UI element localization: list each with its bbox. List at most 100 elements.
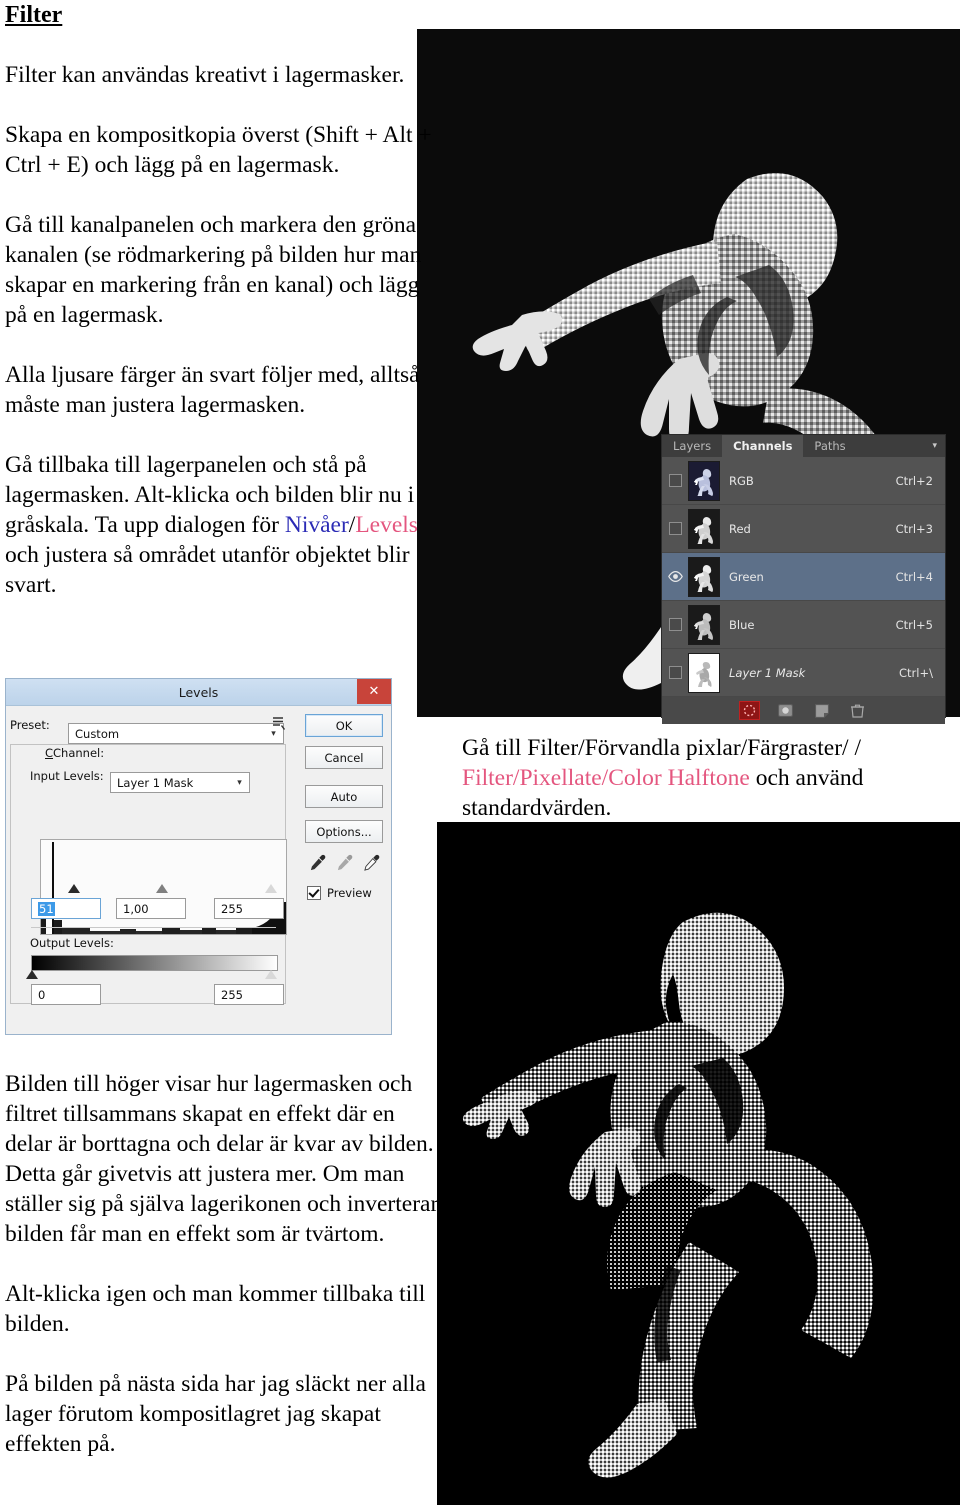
input-shadow-slider[interactable]: [68, 884, 80, 893]
preset-value: Custom: [75, 726, 120, 741]
channel-visibility-toggle[interactable]: [662, 522, 688, 535]
ok-button-label: OK: [335, 718, 353, 733]
channel-row-rgb[interactable]: RGB Ctrl+2: [662, 457, 945, 505]
channel-row-red[interactable]: Red Ctrl+3: [662, 505, 945, 553]
tab-layers[interactable]: Layers: [662, 435, 722, 457]
dancer-thumbnail-icon: [696, 662, 712, 688]
channel-row-blue[interactable]: Blue Ctrl+5: [662, 601, 945, 649]
term-nivaer: Nivåer: [284, 512, 349, 538]
paragraph-result-description: Bilden till höger visar hur lagermasken …: [5, 1071, 439, 1247]
tab-channels-label: Channels: [733, 439, 793, 453]
output-white-field[interactable]: 255: [214, 984, 284, 1005]
white-point-eyedropper-icon[interactable]: [363, 854, 381, 872]
channel-thumbnail-blue: [688, 604, 720, 645]
preview-checkbox[interactable]: [307, 886, 321, 900]
paragraph-halftone: Gå till Filter/Förvandla pixlar/Färgrast…: [462, 733, 942, 823]
chevron-down-icon[interactable]: ▾: [932, 435, 945, 457]
output-levels-label-text: Output Levels:: [30, 936, 114, 950]
preview-label: Preview: [327, 886, 372, 900]
tab-layers-label: Layers: [673, 439, 712, 453]
channel-thumbnail-green: [688, 556, 720, 597]
input-levels-label-text: Input Levels:: [30, 769, 104, 783]
channel-shortcut: Ctrl+4: [895, 569, 933, 584]
article-text-bottom: Bilden till höger visar hur lagermasken …: [5, 1069, 443, 1459]
chevron-down-icon[interactable]: ▾: [232, 778, 247, 788]
dancer-thumbnail-icon: [694, 469, 713, 497]
tab-channels[interactable]: Channels: [722, 435, 804, 457]
channel-value: Layer 1 Mask: [117, 775, 194, 790]
output-black-field[interactable]: 0: [31, 984, 101, 1005]
auto-button[interactable]: Auto: [305, 785, 383, 808]
channel-row-layer-1-mask[interactable]: Layer 1 Mask Ctrl+\: [662, 649, 945, 697]
input-midtone-slider[interactable]: [156, 884, 168, 893]
paragraph-lighter-colors: Alla ljusare färger än svart följer med,…: [5, 362, 420, 418]
levels-dialog[interactable]: Levels ✕ Preset: Custom ▾ CChannel: Laye…: [5, 678, 392, 1035]
delete-channel-icon[interactable]: [848, 702, 867, 719]
paragraph-next-page: På bilden på nästa sida har jag släckt n…: [5, 1371, 426, 1457]
input-midtone-value: 1,00: [123, 901, 149, 916]
channel-shortcut: Ctrl+3: [895, 521, 933, 536]
black-point-eyedropper-icon[interactable]: [309, 854, 327, 872]
channel-thumbnail-red: [688, 508, 720, 549]
options-button[interactable]: Options...: [305, 820, 383, 843]
dancer-thumbnail-icon: [694, 517, 713, 545]
output-white-slider[interactable]: [265, 970, 277, 979]
levels-divider: [31, 927, 276, 928]
output-levels-gradient: [31, 955, 278, 971]
channel-name: Layer 1 Mask: [729, 665, 806, 680]
article-text-top: Filter Filter kan användas kreativt i la…: [5, 0, 435, 600]
tab-paths[interactable]: Paths: [803, 435, 856, 457]
load-channel-as-selection-icon[interactable]: [740, 702, 759, 719]
channel-label-value: Channel:: [53, 746, 105, 760]
channel-row-green[interactable]: Green Ctrl+4: [662, 553, 945, 601]
eye-icon[interactable]: [667, 571, 683, 582]
gray-point-eyedropper-icon[interactable]: [336, 854, 354, 872]
channel-visibility-toggle[interactable]: [662, 618, 688, 631]
channels-panel[interactable]: Layers Channels Paths ▾ RGB Ctrl+2 Red C…: [662, 435, 945, 724]
ok-button[interactable]: OK: [305, 714, 383, 737]
close-glyph: ✕: [368, 684, 380, 699]
levels-dialog-titlebar[interactable]: Levels ✕: [6, 679, 391, 706]
halftone-text-before: Gå till Filter/Förvandla pixlar/Färgrast…: [462, 735, 861, 761]
channels-panel-tabs[interactable]: Layers Channels Paths ▾: [662, 435, 945, 457]
output-levels-label: Output Levels:: [30, 936, 114, 950]
channel-visibility-toggle[interactable]: [662, 666, 688, 679]
paragraph-channels-panel: Gå till kanalpanelen och markera den grö…: [5, 212, 422, 328]
cancel-button[interactable]: Cancel: [305, 746, 383, 769]
preset-options-icon[interactable]: [272, 716, 288, 734]
channel-thumbnail-rgb: [688, 460, 720, 501]
channel-visibility-toggle-green[interactable]: [662, 571, 688, 582]
preset-label-text: Preset:: [10, 718, 50, 732]
term-levels: Levels: [355, 512, 418, 538]
input-highlight-slider[interactable]: [265, 884, 277, 893]
levels-text-after: och justera så området utanför objektet …: [5, 542, 410, 598]
channel-thumbnail-layer-1-mask: [688, 652, 720, 693]
paragraph-alt-click-back: Alt-klicka igen och man kommer tillbaka …: [5, 1281, 426, 1337]
paragraph-composite-copy: Skapa en kompositkopia överst (Shift + A…: [5, 122, 432, 178]
page-title: Filter: [5, 2, 63, 28]
options-button-label: Options...: [316, 824, 372, 839]
preset-select[interactable]: Custom ▾: [68, 723, 284, 744]
channel-name: RGB: [729, 473, 754, 488]
dancer-thumbnail-icon: [694, 565, 713, 593]
cancel-button-label: Cancel: [324, 750, 364, 765]
output-black-slider[interactable]: [26, 970, 38, 979]
channels-panel-footer[interactable]: [662, 697, 945, 724]
input-shadow-field[interactable]: 51: [31, 898, 101, 919]
preset-label: Preset:: [10, 718, 50, 732]
channel-label-text: CChannel:: [45, 746, 105, 760]
channel-select[interactable]: Layer 1 Mask ▾: [110, 772, 250, 793]
close-icon[interactable]: ✕: [357, 679, 391, 704]
channel-visibility-toggle[interactable]: [662, 474, 688, 487]
input-midtone-field[interactable]: 1,00: [116, 898, 186, 919]
bottom-dancer-photo: [437, 822, 960, 1505]
input-highlight-field[interactable]: 255: [214, 898, 284, 919]
input-highlight-value: 255: [221, 901, 243, 916]
preview-label-text: Preview: [327, 886, 372, 900]
new-channel-icon[interactable]: [812, 702, 831, 719]
save-selection-as-channel-icon[interactable]: [776, 702, 795, 719]
channel-name: Red: [729, 521, 751, 536]
channel-shortcut: Ctrl+\: [899, 665, 933, 680]
preview-checkbox-row[interactable]: Preview: [307, 886, 372, 900]
channel-shortcut: Ctrl+5: [895, 617, 933, 632]
